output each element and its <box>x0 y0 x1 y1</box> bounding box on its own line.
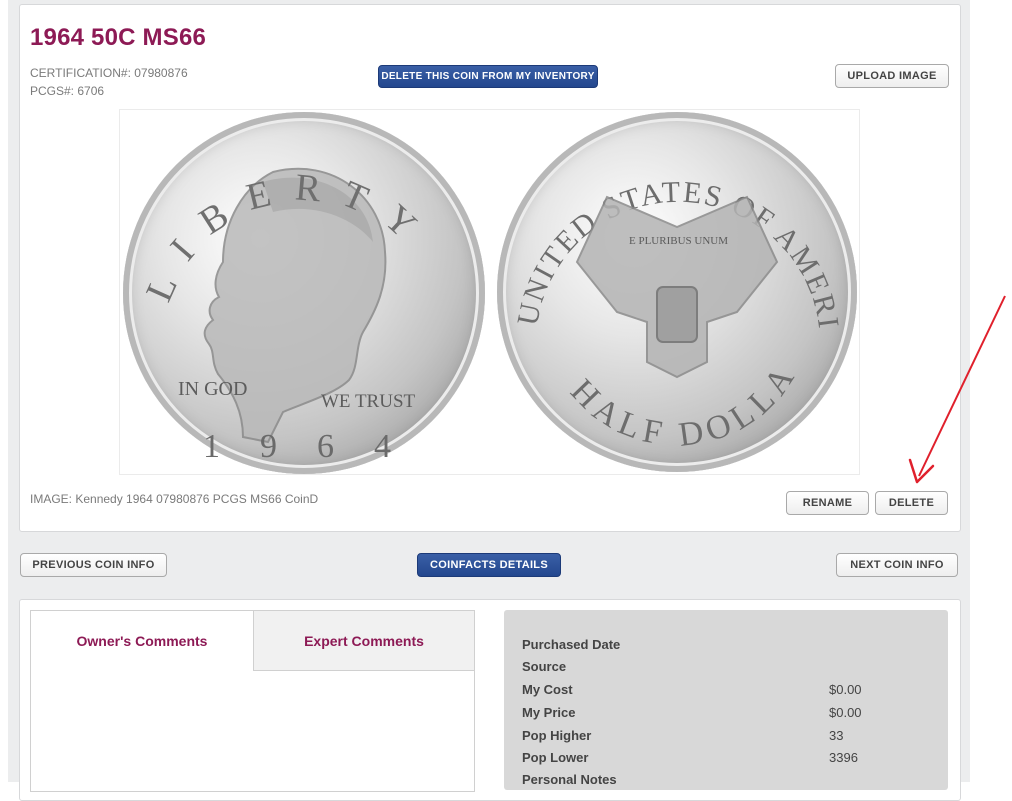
info-value: 33 <box>829 728 844 743</box>
info-row-pop-lower: Pop Lower 3396 <box>522 750 932 770</box>
delete-image-button[interactable]: DELETE <box>875 491 948 515</box>
previous-coin-button[interactable]: PREVIOUS COIN INFO <box>20 553 167 577</box>
obverse-date: 1964 <box>203 428 431 465</box>
info-label: Pop Lower <box>522 750 589 765</box>
delete-from-inventory-button[interactable]: DELETE THIS COIN FROM MY INVENTORY <box>378 65 598 88</box>
info-row-my-cost: My Cost $0.00 <box>522 682 932 702</box>
coin-reverse-image: UNITED STATES OF AMERICA HALF DOLLAR E P… <box>497 112 857 472</box>
info-row-pop-higher: Pop Higher 33 <box>522 728 932 748</box>
next-coin-button[interactable]: NEXT COIN INFO <box>836 553 958 577</box>
annotation-arrow <box>908 295 1006 484</box>
tab-expert-comments[interactable]: Expert Comments <box>254 611 474 671</box>
obverse-motto-right: WE TRUST <box>321 391 416 412</box>
info-row-purchased-date: Purchased Date <box>522 637 932 657</box>
info-row-source: Source <box>522 659 932 679</box>
upload-image-button[interactable]: UPLOAD IMAGE <box>835 64 949 88</box>
info-label: Pop Higher <box>522 728 592 743</box>
info-value: $0.00 <box>829 705 862 720</box>
coin-obverse-art: LIBERTY IN GOD WE TRUST 1964 <box>138 166 431 465</box>
info-label: Personal Notes <box>522 772 617 787</box>
info-value: $0.00 <box>829 682 862 697</box>
info-value: 3396 <box>829 750 858 765</box>
tab-owner-comments[interactable]: Owner's Comments <box>31 611 254 671</box>
obverse-motto-left: IN GOD <box>178 378 247 400</box>
comments-tabs: Owner's Comments Expert Comments <box>30 610 475 792</box>
purchase-info-panel: Purchased Date Source My Cost $0.00 My P… <box>504 610 948 790</box>
info-row-my-price: My Price $0.00 <box>522 705 932 725</box>
coin-reverse-art: UNITED STATES OF AMERICA HALF DOLLAR E P… <box>497 112 843 454</box>
info-label: Purchased Date <box>522 637 621 652</box>
coin-obverse-image: LIBERTY IN GOD WE TRUST 1964 <box>123 112 485 474</box>
pcgs-number: PCGS#: 6706 <box>30 84 105 98</box>
info-label: Source <box>522 659 567 674</box>
coin-image: LIBERTY IN GOD WE TRUST 1964 UNITED STAT… <box>119 109 860 475</box>
info-label: My Cost <box>522 682 573 697</box>
rename-button[interactable]: RENAME <box>786 491 869 515</box>
image-caption: IMAGE: Kennedy 1964 07980876 PCGS MS66 C… <box>30 492 319 506</box>
info-row-personal-notes: Personal Notes <box>522 772 932 792</box>
reverse-ribbon-motto: E PLURIBUS UNUM <box>629 235 728 247</box>
info-label: My Price <box>522 705 576 720</box>
certification-number: CERTIFICATION#: 07980876 <box>30 66 188 80</box>
coinfacts-details-button[interactable]: COINFACTS DETAILS <box>417 553 561 577</box>
coin-title: 1964 50C MS66 <box>30 24 207 51</box>
